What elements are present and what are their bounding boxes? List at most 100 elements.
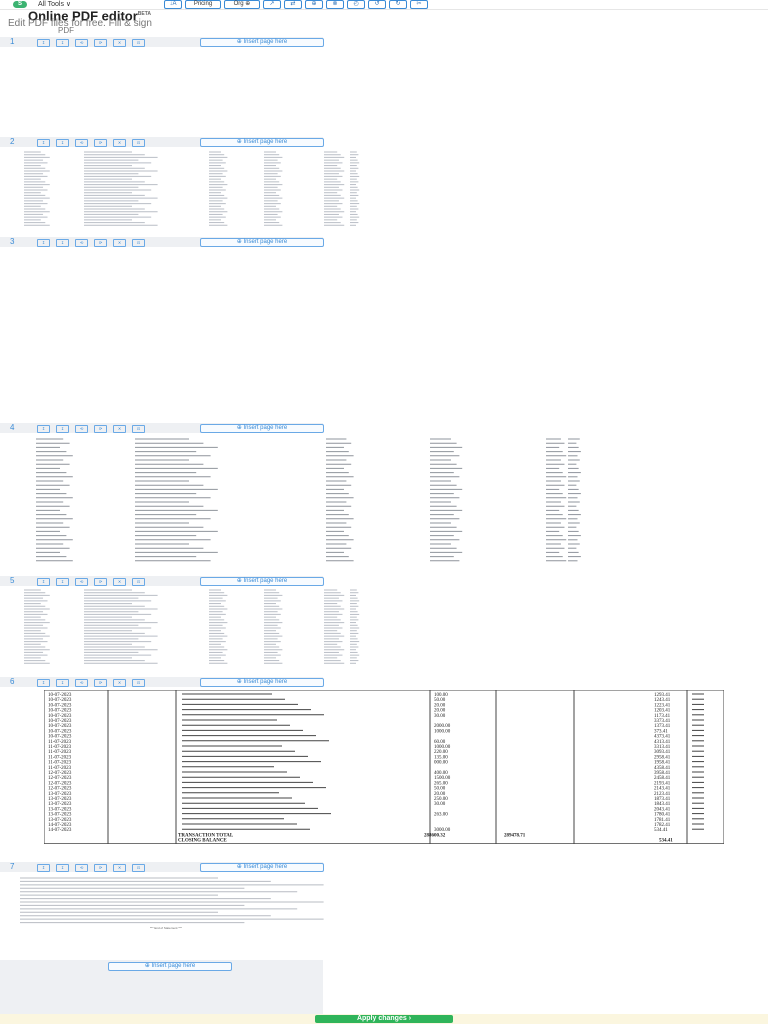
page-tool-rotate-right-icon[interactable]: ⟳ bbox=[94, 864, 107, 872]
page-5-toolbar: 5 ↥ ↧ ⟲ ⟳ ✕ ⊡ ⊕ Insert page here bbox=[0, 576, 324, 586]
page-7-content[interactable]: *** End of Statement *** bbox=[20, 876, 360, 936]
page-tool-rotate-right-icon[interactable]: ⟳ bbox=[94, 139, 107, 147]
closing-label: CLOSING BALANCE bbox=[178, 839, 227, 844]
page-tool-rotate-left-icon[interactable]: ⟲ bbox=[75, 239, 88, 247]
page-tool-move-down-icon[interactable]: ↧ bbox=[56, 578, 69, 586]
page-number: 1 bbox=[10, 37, 15, 46]
page-tool-rotate-right-icon[interactable]: ⟳ bbox=[94, 239, 107, 247]
page-tool-delete-icon[interactable]: ✕ bbox=[113, 864, 126, 872]
page-tool-move-up-icon[interactable]: ↥ bbox=[37, 864, 50, 872]
more-tools-icon[interactable]: ✂ bbox=[410, 0, 428, 9]
page-tool-move-down-icon[interactable]: ↧ bbox=[56, 239, 69, 247]
insert-page-button[interactable]: ⊕ Insert page here bbox=[200, 38, 324, 47]
page-tool-duplicate-icon[interactable]: ⊡ bbox=[132, 39, 145, 47]
page-tool-delete-icon[interactable]: ✕ bbox=[113, 239, 126, 247]
page-6-content[interactable]: 10-07-2023 100.00 1293.41 10-07-2023 50.00 12… bbox=[43, 689, 725, 845]
insert-page-button[interactable]: ⊕ Insert page here bbox=[200, 424, 324, 433]
app-logo[interactable]: S bbox=[13, 1, 27, 8]
row-amount: 1000.00 bbox=[434, 729, 451, 734]
toolbar: ↓A Pricing Org ⊕ ↗ ⇄ ⊕ ⊗ ◴ ↺ ↻ ✂ bbox=[164, 0, 428, 9]
page-tool-rotate-left-icon[interactable]: ⟲ bbox=[75, 864, 88, 872]
page-tools: ↥ ↧ ⟲ ⟳ ✕ ⊡ bbox=[37, 239, 145, 247]
page-tool-delete-icon[interactable]: ✕ bbox=[113, 139, 126, 147]
page-tool-rotate-right-icon[interactable]: ⟳ bbox=[94, 39, 107, 47]
page-tool-move-up-icon[interactable]: ↥ bbox=[37, 239, 50, 247]
form-tool-icon[interactable]: ⇄ bbox=[284, 0, 302, 9]
page-2-table bbox=[24, 151, 360, 226]
page-tool-duplicate-icon[interactable]: ⊡ bbox=[132, 578, 145, 586]
insert-page-button[interactable]: ⊕ Insert page here bbox=[200, 863, 324, 872]
pricing-link[interactable]: Pricing bbox=[185, 0, 221, 9]
page-tools: ↥ ↧ ⟲ ⟳ ✕ ⊡ bbox=[37, 139, 145, 147]
page-tool-move-down-icon[interactable]: ↧ bbox=[56, 864, 69, 872]
page-tool-rotate-left-icon[interactable]: ⟲ bbox=[75, 679, 88, 687]
page-tools: ↥ ↧ ⟲ ⟳ ✕ ⊡ bbox=[37, 864, 145, 872]
page-tool-duplicate-icon[interactable]: ⊡ bbox=[132, 864, 145, 872]
page-tool-move-down-icon[interactable]: ↧ bbox=[56, 679, 69, 687]
page-tool-duplicate-icon[interactable]: ⊡ bbox=[132, 425, 145, 433]
page-number: 7 bbox=[10, 862, 15, 871]
page-tool-delete-icon[interactable]: ✕ bbox=[113, 679, 126, 687]
page-tools: ↥ ↧ ⟲ ⟳ ✕ ⊡ bbox=[37, 578, 145, 586]
image-tool-icon[interactable]: ⊕ bbox=[305, 0, 323, 9]
row-amount: 30.00 bbox=[434, 802, 446, 807]
row-amount: 30.00 bbox=[434, 714, 446, 719]
page-tool-move-up-icon[interactable]: ↥ bbox=[37, 578, 50, 586]
text-tool-button[interactable]: ↓A bbox=[164, 0, 182, 9]
page-tool-rotate-right-icon[interactable]: ⟳ bbox=[94, 425, 107, 433]
page-tool-move-up-icon[interactable]: ↥ bbox=[37, 139, 50, 147]
page-tool-move-down-icon[interactable]: ↧ bbox=[56, 39, 69, 47]
page-tool-move-up-icon[interactable]: ↥ bbox=[37, 425, 50, 433]
beta-badge: BETA bbox=[137, 11, 152, 17]
annotate-tool-icon[interactable]: ◴ bbox=[347, 0, 365, 9]
page-tool-rotate-right-icon[interactable]: ⟳ bbox=[94, 578, 107, 586]
page-subtitle-cont: PDF bbox=[58, 26, 74, 35]
page-tool-move-down-icon[interactable]: ↧ bbox=[56, 425, 69, 433]
page-7-text bbox=[20, 877, 324, 924]
insert-page-button[interactable]: ⊕ Insert page here bbox=[200, 138, 324, 147]
undo-icon[interactable]: ↺ bbox=[368, 0, 386, 9]
page-number: 4 bbox=[10, 423, 15, 432]
link-tool-icon[interactable]: ↗ bbox=[263, 0, 281, 9]
page-tool-rotate-left-icon[interactable]: ⟲ bbox=[75, 578, 88, 586]
page-tool-rotate-right-icon[interactable]: ⟳ bbox=[94, 679, 107, 687]
page-number: 5 bbox=[10, 576, 15, 585]
sign-tool-icon[interactable]: ⊗ bbox=[326, 0, 344, 9]
insert-page-button[interactable]: ⊕ Insert page here bbox=[200, 678, 324, 687]
insert-page-button[interactable]: ⊕ Insert page here bbox=[200, 238, 324, 247]
insert-page-button[interactable]: ⊕ Insert page here bbox=[200, 577, 324, 586]
total-debit: 288600.32 bbox=[424, 833, 446, 838]
closing-value: 534.41 bbox=[659, 839, 673, 844]
row-balance: 534.41 bbox=[654, 828, 668, 833]
apply-changes-button[interactable]: Apply changes › bbox=[315, 1015, 453, 1023]
page-subtitle: Edit PDF files for free. Fill & sign bbox=[8, 18, 152, 29]
row-date: 14-07-2023 bbox=[48, 828, 72, 833]
page-4-content[interactable] bbox=[30, 437, 585, 567]
page-tool-duplicate-icon[interactable]: ⊡ bbox=[132, 239, 145, 247]
redo-icon[interactable]: ↻ bbox=[389, 0, 407, 9]
page-tool-duplicate-icon[interactable]: ⊡ bbox=[132, 139, 145, 147]
page-tool-rotate-left-icon[interactable]: ⟲ bbox=[75, 139, 88, 147]
page-tool-delete-icon[interactable]: ✕ bbox=[113, 39, 126, 47]
page-tool-rotate-left-icon[interactable]: ⟲ bbox=[75, 39, 88, 47]
page-tool-delete-icon[interactable]: ✕ bbox=[113, 578, 126, 586]
page-tool-duplicate-icon[interactable]: ⊡ bbox=[132, 679, 145, 687]
page-tool-delete-icon[interactable]: ✕ bbox=[113, 425, 126, 433]
org-button[interactable]: Org ⊕ bbox=[224, 0, 260, 9]
insert-page-button-end[interactable]: ⊕ Insert page here bbox=[108, 962, 232, 971]
page-tool-move-up-icon[interactable]: ↥ bbox=[37, 679, 50, 687]
page-number: 2 bbox=[10, 137, 15, 146]
page-2-toolbar: 2 ↥ ↧ ⟲ ⟳ ✕ ⊡ ⊕ Insert page here bbox=[0, 137, 324, 147]
page-6-toolbar: 6 ↥ ↧ ⟲ ⟳ ✕ ⊡ ⊕ Insert page here bbox=[0, 677, 324, 687]
page-5-table bbox=[24, 589, 360, 664]
page-3-toolbar: 3 ↥ ↧ ⟲ ⟳ ✕ ⊡ ⊕ Insert page here bbox=[0, 237, 324, 247]
page-5-content[interactable] bbox=[24, 588, 364, 668]
page-7-toolbar: 7 ↥ ↧ ⟲ ⟳ ✕ ⊡ ⊕ Insert page here bbox=[0, 862, 324, 872]
page-1-toolbar: 1 ↥ ↧ ⟲ ⟳ ✕ ⊡ ⊕ Insert page here bbox=[0, 37, 324, 47]
page-number: 6 bbox=[10, 677, 15, 686]
page-4-toolbar: 4 ↥ ↧ ⟲ ⟳ ✕ ⊡ ⊕ Insert page here bbox=[0, 423, 324, 433]
page-2-content[interactable] bbox=[24, 150, 364, 230]
page-tool-rotate-left-icon[interactable]: ⟲ bbox=[75, 425, 88, 433]
page-tool-move-up-icon[interactable]: ↥ bbox=[37, 39, 50, 47]
page-tool-move-down-icon[interactable]: ↧ bbox=[56, 139, 69, 147]
